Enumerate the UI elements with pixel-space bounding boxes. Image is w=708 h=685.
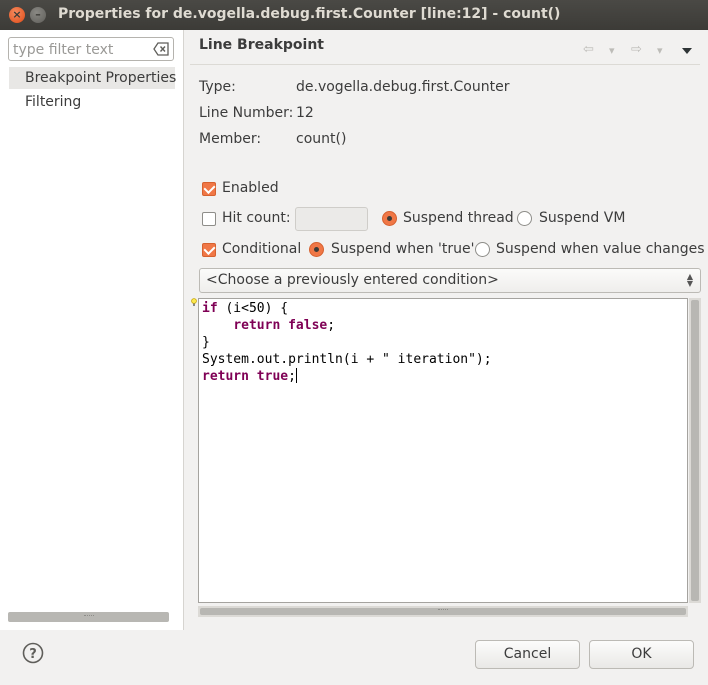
sidebar-scrollbar[interactable] [8,612,169,622]
horizontal-scroll-thumb[interactable] [200,608,686,615]
view-menu-icon[interactable] [682,48,692,54]
line-number-label: Line Number: [199,105,294,121]
hit-count-checkbox[interactable] [202,212,216,226]
window-close-button[interactable]: × [9,7,25,23]
grip-icon [83,615,94,618]
code-line: if (i<50) { [202,301,289,316]
suspend-when-true-radio[interactable] [309,242,324,257]
clear-filter-icon[interactable] [153,42,169,56]
window-minimize-button[interactable]: – [30,7,46,23]
code-keyword: if [202,301,218,316]
title-bar: × – Properties for de.vogella.debug.firs… [0,0,708,30]
enabled-checkbox[interactable] [202,182,216,196]
nav-item-filtering[interactable]: Filtering [9,91,175,113]
code-keyword: false [288,318,328,333]
window-title: Properties for de.vogella.debug.first.Co… [58,6,561,22]
condition-history-value: <Choose a previously entered condition> [206,272,499,288]
line-number-value: 12 [296,105,314,121]
code-line: System.out.println(i + " iteration"); [202,352,492,367]
code-keyword: true [256,369,289,384]
suspend-when-changes-label: Suspend when value changes [496,241,705,257]
editor-vertical-scrollbar[interactable] [689,298,701,603]
cancel-button[interactable]: Cancel [475,640,580,669]
minimize-icon: – [35,8,41,21]
suspend-when-changes-radio[interactable] [475,242,490,257]
suspend-when-true-label: Suspend when 'true' [331,241,475,257]
nav-item-label: Filtering [25,94,82,110]
suspend-vm-radio[interactable] [517,211,532,226]
member-label: Member: [199,131,262,147]
hit-count-field[interactable] [295,207,368,231]
type-label: Type: [199,79,236,95]
filter-box [8,37,174,61]
back-dropdown-icon[interactable]: ▾ [609,44,615,57]
svg-text:?: ? [29,647,37,662]
code-line: } [202,335,210,350]
panel-title: Line Breakpoint [199,37,324,53]
condition-editor[interactable]: if (i<50) { return false;} System.out.pri… [198,298,688,603]
ok-button[interactable]: OK [589,640,694,669]
suspend-vm-label: Suspend VM [539,210,626,226]
text-cursor [295,368,297,383]
suspend-thread-radio[interactable] [382,211,397,226]
member-value: count() [296,131,347,147]
nav-item-label: Breakpoint Properties [25,70,177,86]
forward-dropdown-icon[interactable]: ▾ [657,44,663,57]
code-line: return true; [202,368,297,384]
editor-horizontal-scrollbar[interactable] [198,606,688,617]
lightbulb-icon [191,298,197,306]
back-arrow-icon[interactable]: ⇦ [583,42,594,57]
grip-icon [438,609,448,612]
code-line: return false; [233,318,336,333]
suspend-thread-label: Suspend thread [403,210,514,226]
nav-item-breakpoint-properties[interactable]: Breakpoint Properties [9,67,177,89]
code-block: if (i<50) { return false;} System.out.pri… [202,300,492,385]
conditional-checkbox[interactable] [202,243,216,257]
forward-arrow-icon[interactable]: ⇨ [631,42,642,57]
condition-history-combo[interactable]: <Choose a previously entered condition> … [199,268,701,293]
header-divider [190,64,700,65]
help-icon[interactable]: ? [22,642,44,664]
hit-count-label: Hit count: [222,210,291,226]
conditional-label: Conditional [222,241,302,257]
code-keyword: return [202,369,249,384]
code-keyword: return [233,318,281,333]
close-icon: × [12,8,22,21]
vertical-scroll-thumb[interactable] [691,300,699,601]
sidebar: Breakpoint Properties Filtering [0,30,184,630]
filter-input[interactable] [13,41,149,58]
enabled-label: Enabled [222,180,279,196]
spin-arrows-icon: ▲ ▼ [686,272,693,288]
type-value: de.vogella.debug.first.Counter [296,79,510,95]
